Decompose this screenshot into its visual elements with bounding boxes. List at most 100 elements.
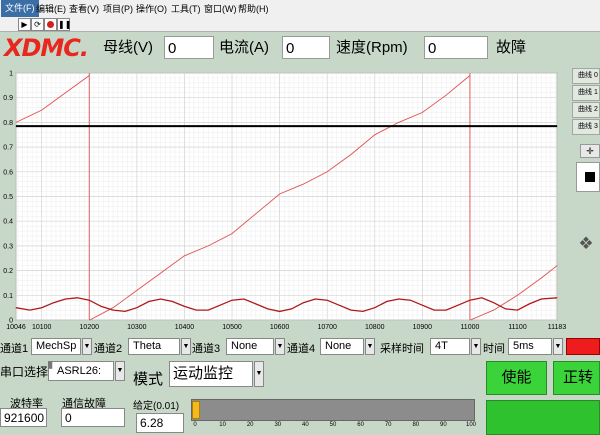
data-point-1 <box>88 299 90 301</box>
x-tick-label: 10400 <box>175 324 195 331</box>
data-point-0 <box>160 272 162 274</box>
data-point-1 <box>556 297 558 299</box>
pan-tool-icon[interactable]: ❖ <box>576 234 596 254</box>
channel2-dropdown-icon[interactable]: ▼ <box>181 338 191 355</box>
abort-icon[interactable] <box>44 18 57 31</box>
data-point-1 <box>481 297 483 299</box>
data-point-1 <box>469 299 471 301</box>
menu-edit[interactable]: 编辑(E) <box>36 2 66 15</box>
channel3-label: 通道3 <box>192 343 221 355</box>
data-point-1 <box>243 298 245 300</box>
data-point-1 <box>184 306 185 307</box>
pause-icon[interactable]: ❚❚ <box>57 18 71 31</box>
run-arrow-icon[interactable]: ▶ <box>18 18 31 31</box>
mode-select[interactable]: 运动监控 <box>169 361 253 387</box>
data-point-1 <box>314 298 316 300</box>
y-tick-label: 0.4 <box>3 219 13 226</box>
y-tick-label: 1 <box>9 71 13 78</box>
x-tick-label: 11183 <box>548 324 567 331</box>
forward-button[interactable]: 正转 <box>553 361 600 395</box>
secondary-button[interactable] <box>486 400 600 435</box>
legend-item-3[interactable]: 曲线 3 <box>572 119 600 135</box>
setpoint-slider[interactable]: 0 10 20 30 40 50 60 70 80 90 100 <box>191 394 477 435</box>
fault-label: 故障 <box>496 39 527 56</box>
menu-window[interactable]: 窗口(W) <box>204 2 237 15</box>
slider-tick-label: 30 <box>274 422 282 428</box>
data-point-1 <box>410 299 411 301</box>
x-tick-label: 10300 <box>127 324 147 331</box>
slider-fill <box>192 401 201 419</box>
menu-help[interactable]: 帮助(H) <box>238 2 269 15</box>
bus-voltage-label: 母线(V) <box>103 39 153 56</box>
time-dropdown-icon[interactable]: ▼ <box>553 338 563 355</box>
bottom-panel: 串口选择 ASRL26: ▼ █ 波特率 921600 通信故障 0 模式 运动… <box>0 358 600 435</box>
channel1-dropdown-icon[interactable]: ▼ <box>82 338 92 355</box>
setpoint-value[interactable]: 6.28 <box>136 413 184 433</box>
slider-tick-label: 0 <box>193 422 197 428</box>
cursor-tool-icon[interactable]: ✛ <box>580 144 600 158</box>
channel1-label: 通道1 <box>0 343 29 355</box>
channel4-dropdown-icon[interactable]: ▼ <box>365 338 375 355</box>
y-tick-label: 0.1 <box>3 293 13 300</box>
sample-time-dropdown-icon[interactable]: ▼ <box>471 338 481 355</box>
menu-view[interactable]: 查看(V) <box>69 2 99 15</box>
data-point-1 <box>53 302 54 304</box>
menu-file[interactable]: 文件(F) <box>1 0 39 17</box>
menu-bar: 文件(F) 编辑(E) 查看(V) 项目(P) 操作(O) 工具(T) 窗口(W… <box>0 0 600 18</box>
x-tick-label: 10900 <box>413 324 433 331</box>
data-point-0 <box>421 112 423 113</box>
data-point-0 <box>279 193 281 195</box>
data-point-0 <box>255 213 257 215</box>
menu-operate[interactable]: 操作(O) <box>136 2 167 15</box>
baud-rate-field[interactable]: 921600 <box>0 408 47 427</box>
data-point-1 <box>100 306 102 307</box>
data-point-0 <box>41 109 43 111</box>
zoom-tool-icon[interactable] <box>576 162 600 192</box>
slider-track <box>191 399 475 421</box>
io-resource-icon: █ <box>48 363 53 369</box>
time-label: 时间 <box>483 343 505 355</box>
data-point-0 <box>88 75 90 76</box>
channel4-select[interactable]: None <box>320 338 364 355</box>
data-point-1 <box>529 303 530 305</box>
toolbar: ▶ ⟳ ❚❚ <box>0 17 600 32</box>
slider-tick-label: 100 <box>465 422 477 428</box>
y-tick-label: 0.5 <box>3 194 13 201</box>
serial-port-select[interactable]: ASRL26: <box>48 361 114 381</box>
legend-item-2[interactable]: 曲线 2 <box>572 102 600 118</box>
waveform-chart[interactable]: 10046 10100 10200 10300 10400 10500 10600 10700… <box>0 64 572 336</box>
y-tick-label: 0 <box>9 318 13 325</box>
channel1-select[interactable]: MechSp <box>31 338 81 355</box>
channel3-dropdown-icon[interactable]: ▼ <box>275 338 285 355</box>
slider-tick-label: 60 <box>357 422 364 428</box>
sample-time-select[interactable]: 4T <box>430 338 470 355</box>
x-tick-label: 10200 <box>80 324 100 331</box>
data-point-0 <box>445 94 447 96</box>
slider-tick-label: 80 <box>412 422 420 428</box>
run-continuous-icon[interactable]: ⟳ <box>31 18 44 31</box>
data-point-1 <box>505 308 507 310</box>
channel3-select[interactable]: None <box>226 338 274 355</box>
menu-tools[interactable]: 工具(T) <box>171 2 201 15</box>
data-point-1 <box>76 297 78 299</box>
legend-item-1[interactable]: 曲线 1 <box>572 85 600 101</box>
channel4-label: 通道4 <box>287 343 316 355</box>
data-point-0 <box>374 134 376 136</box>
legend-item-0[interactable]: 曲线 0 <box>572 68 600 84</box>
time-select[interactable]: 5ms <box>508 338 552 355</box>
data-point-0 <box>398 122 399 123</box>
mode-dropdown-icon[interactable]: ▼ <box>254 361 264 387</box>
channel2-select[interactable]: Theta <box>128 338 180 355</box>
data-point-0 <box>65 92 66 94</box>
slider-scale: 0 10 20 30 40 50 60 70 80 90 100 <box>191 422 477 435</box>
xdmc-logo: XDMC. <box>4 34 89 62</box>
data-point-1 <box>267 308 269 310</box>
data-point-1 <box>148 301 150 302</box>
data-point-1 <box>350 309 352 311</box>
enable-button[interactable]: 使能 <box>486 361 547 395</box>
data-point-1 <box>540 298 542 300</box>
slider-tick-label: 40 <box>302 422 309 428</box>
serial-port-dropdown-icon[interactable]: ▼ <box>115 361 125 381</box>
x-tick-label: 11000 <box>460 324 479 331</box>
menu-project[interactable]: 项目(P) <box>103 2 133 15</box>
